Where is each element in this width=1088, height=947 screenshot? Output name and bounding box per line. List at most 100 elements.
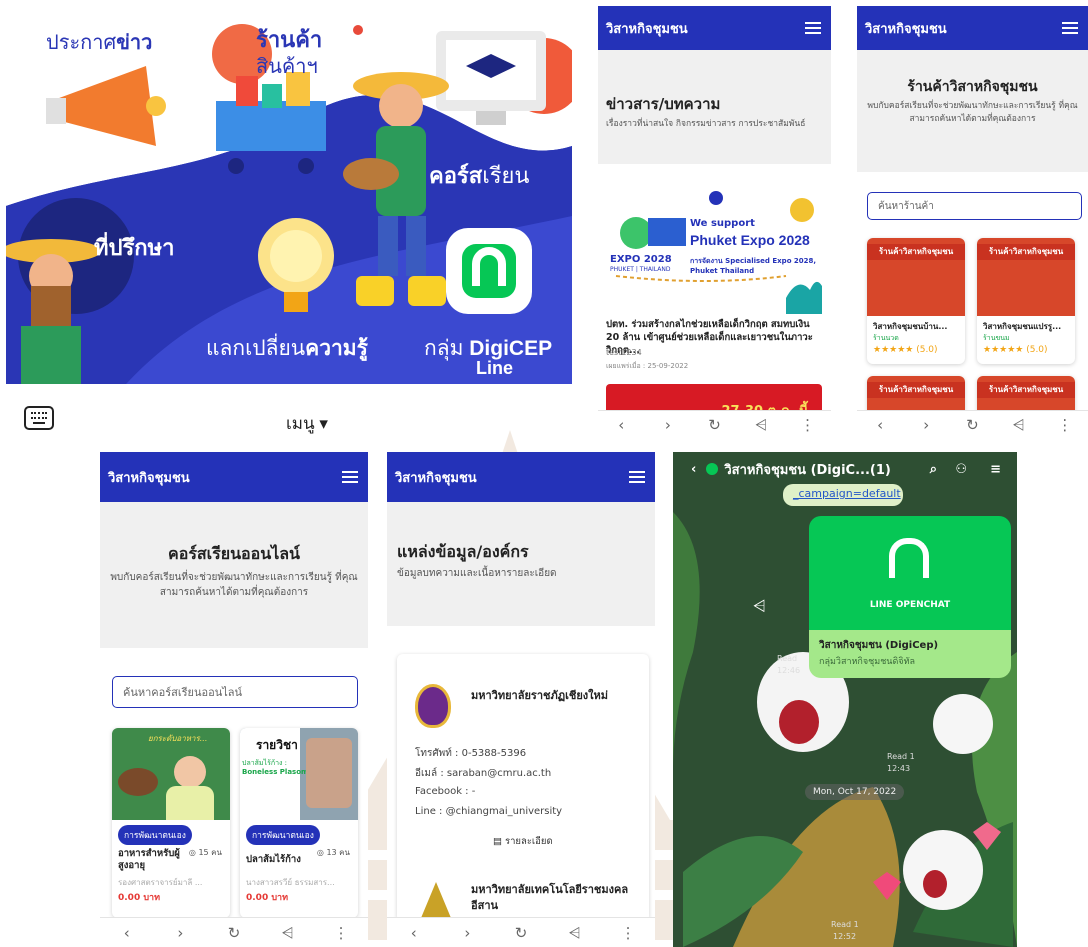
banner-exchange-label: แลกเปลี่ยนความรู้ (206, 332, 368, 365)
read-time: 12:43 (887, 764, 911, 773)
page-subtitle: เรื่องราวที่น่าสนใจ กิจกรรมข่าวสาร การปร… (606, 119, 806, 129)
page-title: ร้านค้าวิสาหกิจชุมชน (907, 79, 1038, 95)
reload-icon[interactable]: ↻ (960, 416, 984, 434)
org-facebook: Facebook : - (415, 786, 476, 797)
org-card[interactable]: มหาวิทยาลัยราชภัฏเชียงใหม่ โทรศัพท์ : 0-… (397, 654, 649, 922)
more-icon[interactable]: ⋮ (796, 416, 820, 434)
search-icon[interactable]: ⌕ (930, 462, 937, 477)
share-icon[interactable]: ⩤ (753, 596, 766, 616)
course-screen: วิสาหกิจชุมชน คอร์สเรียนออนไลน์ พบกับคอร… (100, 452, 368, 947)
brand-title[interactable]: วิสาหกิจชุมชน (865, 18, 947, 39)
hamburger-menu-icon[interactable] (1062, 21, 1078, 35)
back-icon[interactable]: ‹ (868, 416, 892, 434)
share-icon[interactable]: ⩤ (749, 416, 773, 434)
openchat-group-name: วิสาหกิจชุมชน (DigiCep) (819, 640, 939, 651)
chat-back-icon[interactable]: ‹ (691, 462, 696, 477)
banner-course-b: เรียน (482, 163, 530, 188)
chat-link-bubble[interactable]: _campaign=default (783, 484, 903, 506)
forward-icon[interactable]: › (914, 416, 938, 434)
news-poster[interactable]: We support Phuket Expo 2028 EXPO 2028 PH… (606, 188, 822, 314)
org-name: มหาวิทยาลัยราชภัฏเชียงใหม่ (471, 689, 609, 702)
course-count: ◎ 15 คน (188, 848, 222, 857)
share-icon[interactable]: ⩤ (276, 924, 300, 942)
share-icon[interactable]: ⩤ (1007, 416, 1031, 434)
org-line: Line : @chiangmai_university (415, 806, 563, 817)
course-card[interactable]: ยกระดับอาหาร... การพัฒนาตนเอง อาหารสำหรั… (112, 728, 230, 918)
brand-title[interactable]: วิสาหกิจชุมชน (606, 18, 688, 39)
poster-expo: EXPO 2028 (610, 254, 672, 265)
course-title: ปลาส้มไร้ก้าง (246, 854, 301, 865)
keyboard-icon[interactable] (24, 406, 54, 430)
forward-icon[interactable]: › (455, 924, 479, 942)
org-email: อีเมล์ : saraban@cmru.ac.th (415, 768, 552, 779)
chat-header: ‹ วิสาหกิจชุมชน (DigiC...(1) ⌕ ⚇ ≡ (673, 452, 1017, 486)
shop-name: วิสาหกิจชุมชนบ้าน... (873, 322, 948, 331)
course-teacher: นางสาวสรวีย์ ธรรมสาร... (246, 878, 335, 887)
org-screen: วิสาหกิจชุมชน แหล่งข้อมูล/องค์กร ข้อมูลบ… (387, 452, 655, 947)
course-tag: การพัฒนาตนเอง (246, 825, 320, 845)
openchat-card[interactable]: LINE OPENCHAT วิสาหกิจชุมชน (DigiCep) กล… (809, 516, 1011, 678)
shop-search-input[interactable]: ค้นหาร้านค้า (867, 192, 1082, 220)
course-image: ยกระดับอาหาร... (112, 728, 230, 820)
poster-phuket: Phuket Expo 2028 (690, 232, 810, 248)
more-icon[interactable]: ⋮ (616, 924, 640, 942)
line-chat-screen: ‹ วิสาหกิจชุมชน (DigiC...(1) ⌕ ⚇ ≡ _camp… (673, 452, 1017, 947)
forward-icon[interactable]: › (656, 416, 680, 434)
course-title: อาหารสำหรับผู้สูงอายุ (118, 848, 180, 871)
back-icon[interactable]: ‹ (402, 924, 426, 942)
openchat-logo-icon (889, 538, 929, 578)
promo-banner: ประกาศข่าว ร้านค้า สินค้าฯ คอร์สเรียน ที… (6, 6, 572, 384)
org-phone: โทรศัพท์ : 0-5388-5396 (415, 748, 527, 759)
news-author: test1234 (606, 348, 642, 357)
news-screen: วิสาหกิจชุมชน ข่าวสาร/บทความ เรื่องราวที… (598, 6, 831, 438)
poster-desc: การจัดงาน Specialised Expo 2028, Phuket … (690, 257, 817, 275)
shop-banner-label: ร้านค้าวิสาหกิจชุมชน (867, 382, 965, 398)
shop-type: ร้านนวด (873, 334, 899, 342)
shop-banner-label: ร้านค้าวิสาหกิจชุมชน (977, 382, 1075, 398)
reload-icon[interactable]: ↻ (222, 924, 246, 942)
reload-icon[interactable]: ↻ (509, 924, 533, 942)
course-tag: การพัฒนาตนเอง (118, 825, 192, 845)
add-friend-icon[interactable]: ⚇ (955, 462, 967, 477)
hamburger-menu-icon[interactable] (342, 470, 358, 484)
banner-group-c: Line (476, 358, 514, 378)
course-card[interactable]: รายวิชา ปลาส้มไร้ก้าง : Boneless Plasom … (240, 728, 358, 918)
more-icon[interactable]: ⋮ (329, 924, 353, 942)
back-icon[interactable]: ‹ (115, 924, 139, 942)
course-price: 0.00 บาท (118, 893, 161, 903)
read-receipt: Read 1 (887, 752, 915, 761)
more-icon[interactable]: ⋮ (1053, 416, 1077, 434)
shop-image: ร้านค้าวิสาหกิจชุมชน (977, 238, 1075, 316)
forward-icon[interactable]: › (168, 924, 192, 942)
shop-rating: ★★★★★ (5.0) (983, 345, 1048, 355)
course-price: 0.00 บาท (246, 893, 289, 903)
hamburger-menu-icon[interactable] (805, 21, 821, 35)
shop-card[interactable]: ร้านค้าวิสาหกิจชุมชน วิสาหกิจชุมชนแปรรู.… (977, 238, 1075, 364)
course-search-input[interactable]: ค้นหาคอร์สเรียนออนไลน์ (112, 676, 358, 708)
page-title: แหล่งข้อมูล/องค์กร (397, 542, 529, 561)
brand-title[interactable]: วิสาหกิจชุมชน (395, 467, 477, 488)
banner-course-label: คอร์สเรียน (429, 158, 529, 193)
chat-menu-icon[interactable]: ≡ (990, 462, 1001, 477)
detail-button[interactable]: ▤ รายละเอียด (493, 834, 553, 849)
browser-navbar: ‹ › ↻ ⩤ ⋮ (857, 410, 1088, 438)
shop-name: วิสาหกิจชุมชนแปรรู... (983, 322, 1062, 331)
chat-title[interactable]: วิสาหกิจชุมชน (DigiC...(1) (724, 459, 890, 480)
page-subtitle: พบกับคอร์สเรียนที่จะช่วยพัฒนาทักษะและการ… (867, 101, 1078, 124)
openchat-group-desc: กลุ่มวิสาหกิจชุมชนดิจิทัล (819, 657, 916, 667)
shop-card[interactable]: ร้านค้าวิสาหกิจชุมชน วิสาหกิจชุมชนบ้าน..… (867, 238, 965, 364)
banner-exchange-a: แลกเปลี่ยน (206, 337, 306, 360)
reload-icon[interactable]: ↻ (702, 416, 726, 434)
read-receipt: Read (777, 654, 798, 663)
menu-dropdown[interactable]: เมนู ▾ (286, 410, 328, 437)
news-date: เผยแพร่เมื่อ : 25-09-2022 (606, 362, 689, 370)
share-icon[interactable]: ⩤ (563, 924, 587, 942)
brand-title[interactable]: วิสาหกิจชุมชน (108, 467, 190, 488)
back-icon[interactable]: ‹ (609, 416, 633, 434)
hamburger-menu-icon[interactable] (629, 470, 645, 484)
course-image: รายวิชา ปลาส้มไร้ก้าง : Boneless Plasom (240, 728, 358, 820)
banner-news-label: ประกาศข่าว (46, 26, 152, 58)
university-logo (421, 882, 451, 918)
banner-news-b: ข่าว (116, 32, 153, 54)
page-subtitle: ข้อมูลบทความและเนื้อหารายละเอียด (397, 568, 557, 579)
